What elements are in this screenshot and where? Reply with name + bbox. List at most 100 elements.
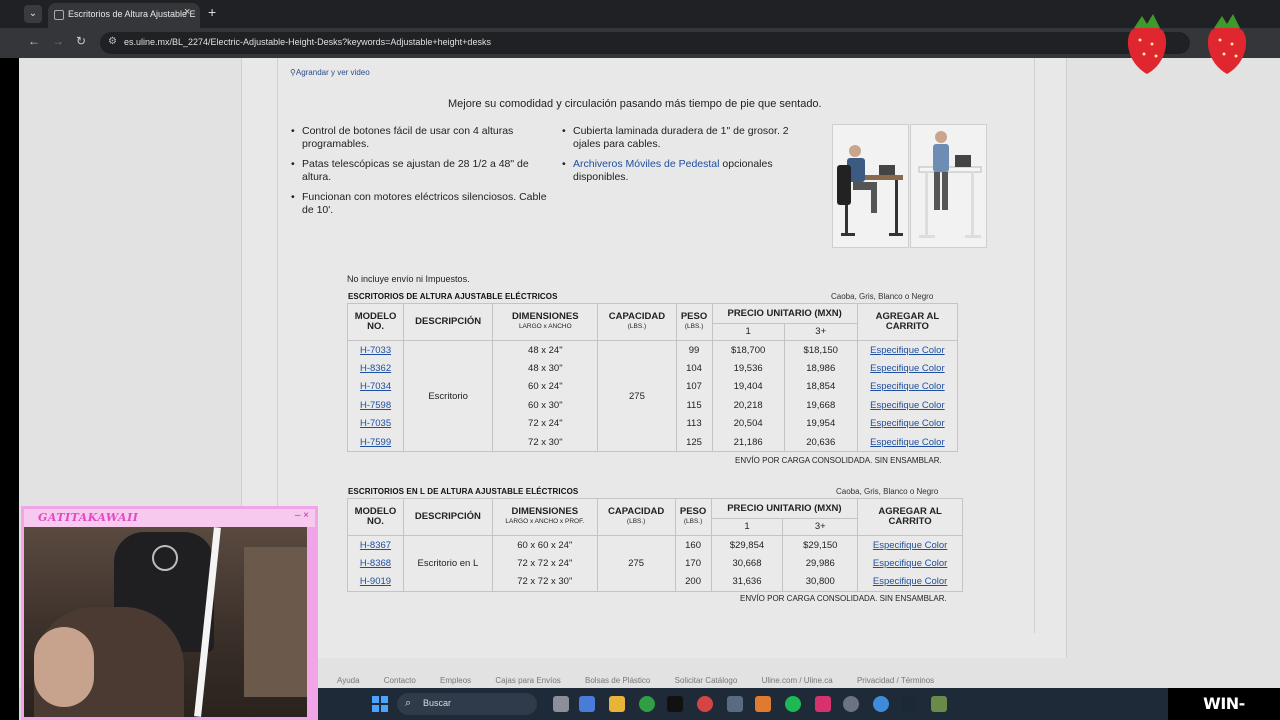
weight-cell: 115: [675, 396, 713, 415]
new-tab-icon[interactable]: +: [208, 4, 216, 20]
feature-item: Archiveros Móviles de Pedestal opcionale…: [560, 158, 805, 183]
obs-icon[interactable]: [843, 696, 859, 712]
col-header-capacity: CAPACIDAD (LBS.): [597, 303, 677, 341]
price1-cell: 19,404: [711, 377, 785, 396]
task-view-icon[interactable]: [553, 696, 569, 712]
record-icon[interactable]: [697, 696, 713, 712]
dimensions-cell: 48 x 24": [492, 340, 599, 359]
taskbar-search[interactable]: ⌕ Buscar: [397, 693, 537, 715]
table-row: H-8367 Escritorio en L 60 x 60 x 24" 275…: [347, 535, 963, 592]
capacity-cell: 275: [597, 340, 677, 452]
price3-cell: 20,636: [783, 433, 858, 452]
back-icon[interactable]: ←: [28, 34, 40, 48]
col-header-weight: PESO (LBS.): [674, 498, 712, 536]
description-cell: Escritorio: [403, 340, 494, 452]
price1-cell: 20,504: [711, 414, 785, 433]
dimensions-cell: 72 x 72 x 30": [491, 572, 598, 592]
footer-link[interactable]: Uline.com / Uline.ca: [762, 676, 833, 685]
footer-link[interactable]: Ayuda: [337, 676, 360, 685]
tab-search-chevron-icon[interactable]: ⌄: [24, 5, 42, 23]
reload-icon[interactable]: ↻: [76, 34, 86, 48]
price1-cell: 20,218: [711, 396, 785, 415]
specify-color-link[interactable]: Especifique Color: [870, 400, 944, 411]
table2-title: ESCRITORIOS EN L DE ALTURA AJUSTABLE ELÉ…: [348, 487, 579, 496]
specify-color-link[interactable]: Especifique Color: [873, 576, 947, 587]
file-explorer-icon[interactable]: [609, 696, 625, 712]
app-icon-2[interactable]: [931, 696, 947, 712]
weight-cell: 113: [675, 414, 713, 433]
col-header-description: DESCRIPCIÓN: [402, 498, 493, 536]
store-icon[interactable]: [727, 696, 743, 712]
price3-cell: 19,668: [783, 396, 858, 415]
search-icon: ⌕: [405, 697, 412, 709]
tiktok-icon[interactable]: [667, 696, 683, 712]
window-controls-icon: – ×: [294, 510, 309, 521]
price1-cell: 19,536: [711, 359, 785, 378]
feature-item: Control de botones fácil de usar con 4 a…: [289, 125, 554, 150]
site-info-icon[interactable]: ⚙: [108, 36, 117, 47]
footer-link[interactable]: Privacidad / Términos: [857, 676, 934, 685]
footer-link[interactable]: Solicitar Catálogo: [675, 676, 738, 685]
specify-color-link[interactable]: Especifique Color: [870, 437, 944, 448]
specify-color-link[interactable]: Especifique Color: [870, 418, 944, 429]
col-header-price: PRECIO UNITARIO (MXN): [711, 303, 858, 324]
tab-active[interactable]: Escritorios de Altura Ajustable E: [48, 3, 200, 28]
tab-close-icon[interactable]: ×: [184, 6, 190, 18]
model-link[interactable]: H-7033: [360, 345, 391, 356]
footer-link[interactable]: Bolsas de Plástico: [585, 676, 650, 685]
specify-color-link[interactable]: Especifique Color: [870, 345, 944, 356]
windows-taskbar: ⌕ Buscar: [317, 688, 1280, 720]
model-link[interactable]: H-8368: [360, 558, 391, 569]
forward-icon[interactable]: →: [52, 34, 64, 48]
copilot-icon[interactable]: [579, 696, 595, 712]
footer-link[interactable]: Cajas para Envíos: [495, 676, 560, 685]
instagram-icon[interactable]: [815, 696, 831, 712]
model-link[interactable]: H-7035: [360, 418, 391, 429]
stream-overlay-text: WIN-13.12.202: [1168, 688, 1280, 720]
feature-item: Patas telescópicas se ajustan de 28 1/2 …: [289, 158, 554, 183]
price3-cell: 18,854: [783, 377, 858, 396]
model-link[interactable]: H-7598: [360, 400, 391, 411]
tagline: Mejore su comodidad y circulación pasand…: [448, 98, 822, 110]
app-icon[interactable]: [755, 696, 771, 712]
url-text: es.uline.mx/BL_2274/Electric-Adjustable-…: [124, 37, 491, 47]
feature-list-right: Cubierta laminada duradera de 1" de gros…: [560, 125, 805, 191]
model-link[interactable]: H-8362: [360, 363, 391, 374]
model-link[interactable]: H-7599: [360, 437, 391, 448]
pedestal-files-link[interactable]: Archiveros Móviles de Pedestal: [573, 158, 719, 170]
price1-cell: 31,636: [710, 572, 784, 592]
price1-cell: 30,668: [710, 554, 784, 573]
spotify-icon[interactable]: [785, 696, 801, 712]
capacity-cell: 275: [596, 535, 676, 592]
streamer-face: [34, 627, 94, 707]
windows-start-icon[interactable]: [372, 696, 388, 712]
tab-title: Escritorios de Altura Ajustable E: [68, 9, 196, 19]
specify-color-link[interactable]: Especifique Color: [870, 381, 944, 392]
favicon-icon: [54, 10, 64, 20]
weight-cell: 200: [674, 572, 712, 592]
url-field[interactable]: ⚙ es.uline.mx/BL_2274/Electric-Adjustabl…: [100, 32, 1190, 54]
l-desk-table: MODELO NO. DESCRIPCIÓN DIMENSIONES LARGO …: [347, 498, 963, 592]
specify-color-link[interactable]: Especifique Color: [873, 558, 947, 569]
description-cell: Escritorio en L: [402, 535, 493, 592]
desk-sitting-image[interactable]: [832, 124, 909, 248]
model-link[interactable]: H-7034: [360, 381, 391, 392]
specify-color-link[interactable]: Especifique Color: [873, 540, 947, 551]
model-link[interactable]: H-9019: [360, 576, 391, 587]
table-row: H-7033 Escritorio 48 x 24" 275 99 $18,70…: [346, 340, 959, 452]
weight-cell: 99: [675, 340, 713, 359]
steam-icon[interactable]: [901, 696, 917, 712]
price1-cell: 21,186: [711, 433, 785, 452]
model-link[interactable]: H-8367: [360, 540, 391, 551]
chrome-active-icon[interactable]: [873, 696, 889, 712]
zoom-video-link[interactable]: ⚲Agrandar y ver video: [290, 68, 370, 77]
col-header-add-to-cart: AGREGAR AL CARRITO: [856, 303, 959, 341]
chrome-icon[interactable]: [639, 696, 655, 712]
specify-color-link[interactable]: Especifique Color: [870, 363, 944, 374]
footer-link[interactable]: Empleos: [440, 676, 471, 685]
col-header-model: MODELO NO.: [347, 498, 404, 536]
col-header-dimensions: DIMENSIONES LARGO x ANCHO x PROF.: [491, 498, 598, 536]
dimensions-cell: 72 x 30": [492, 433, 599, 452]
desk-standing-image[interactable]: [910, 124, 987, 248]
footer-link[interactable]: Contacto: [384, 676, 416, 685]
